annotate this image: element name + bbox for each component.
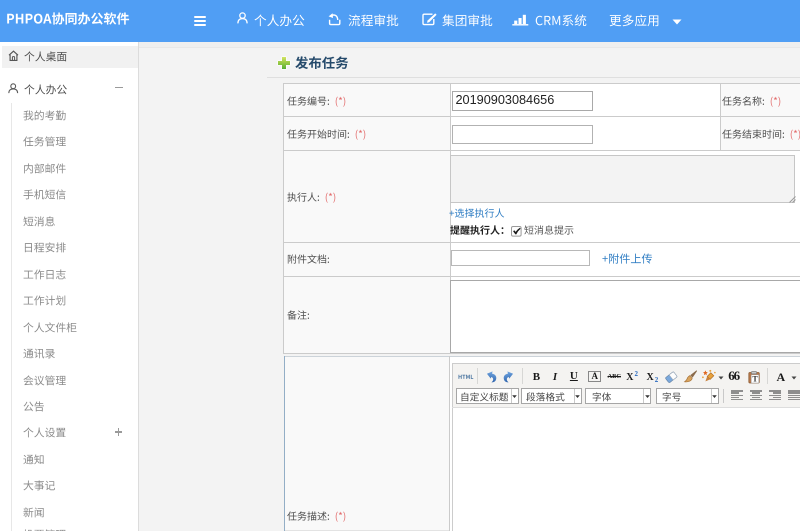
svg-text:T: T	[753, 374, 759, 383]
